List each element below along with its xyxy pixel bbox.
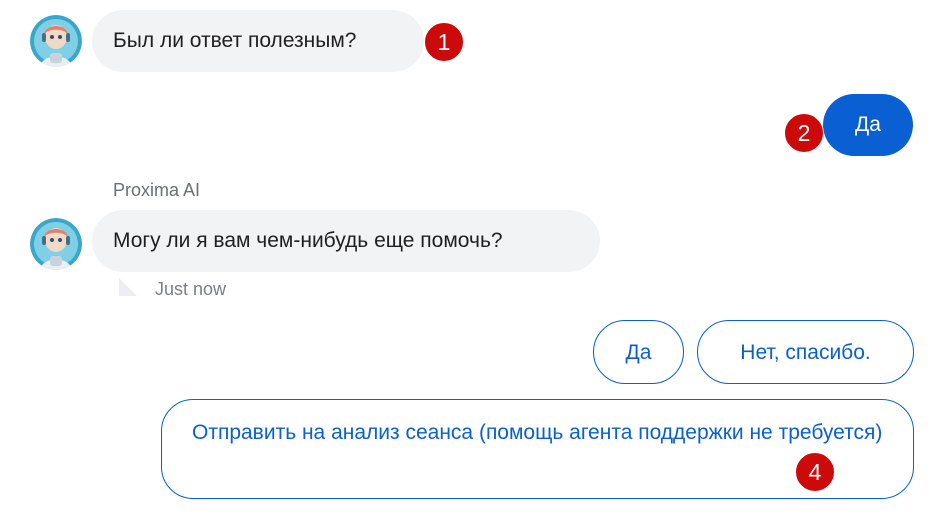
- bot-message-bubble: Был ли ответ полезным?: [92, 10, 424, 72]
- bot-avatar: [30, 218, 82, 270]
- quick-reply-label: Да: [625, 340, 652, 364]
- bot-avatar: [30, 15, 82, 67]
- annotation-marker-1: 1: [424, 22, 464, 62]
- quick-reply-yes-button[interactable]: Да: [593, 320, 684, 384]
- bot-message-text: Могу ли я вам чем-нибудь еще помочь?: [113, 229, 503, 252]
- bot-message-text: Был ли ответ полезным?: [113, 29, 357, 52]
- bot-message-bubble: Могу ли я вам чем-нибудь еще помочь?: [92, 210, 600, 272]
- quick-reply-no-thanks-button[interactable]: Нет, спасибо.: [697, 320, 914, 384]
- bubble-tail: [119, 278, 137, 296]
- annotation-marker-4: 4: [795, 452, 835, 492]
- message-timestamp: Just now: [155, 279, 227, 299]
- marker-number: 4: [808, 458, 822, 485]
- quick-reply-label: Отправить на анализ сеанса (помощь агент…: [192, 421, 883, 444]
- marker-number: 1: [437, 28, 451, 55]
- user-message-bubble: Да: [823, 94, 913, 156]
- robot-avatar-icon: [30, 218, 82, 270]
- annotation-marker-2: 2: [784, 113, 824, 153]
- sender-name: Proxima AI: [113, 180, 201, 200]
- robot-avatar-icon: [30, 15, 82, 67]
- user-message-text: Да: [855, 113, 881, 136]
- marker-number: 2: [797, 119, 811, 146]
- quick-reply-label: Нет, спасибо.: [740, 340, 871, 364]
